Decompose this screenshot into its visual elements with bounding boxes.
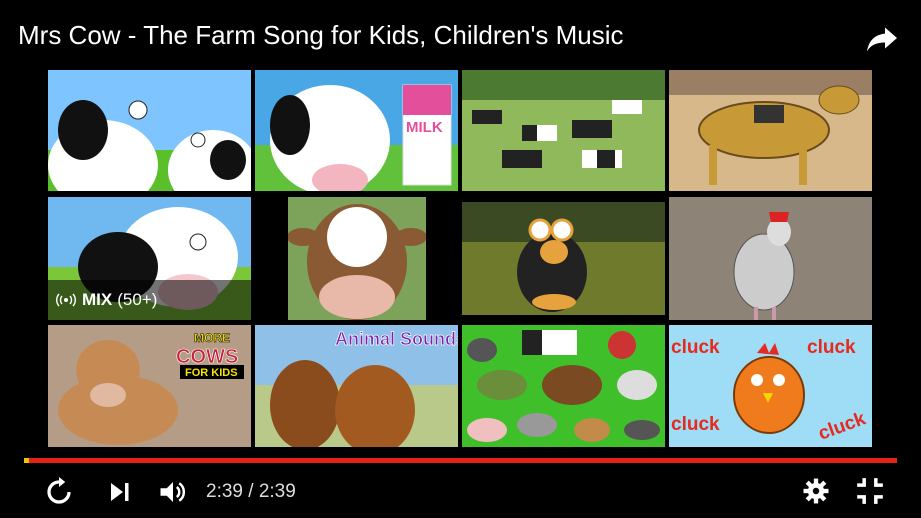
time-display: 2:39 / 2:39 xyxy=(206,481,296,503)
calf-thumb-text-cows: COWS xyxy=(176,346,238,368)
replay-icon[interactable] xyxy=(42,477,76,507)
video-thumbnail[interactable]: cluck cluck cluck cluck xyxy=(669,325,872,447)
mix-count: (50+) xyxy=(117,290,158,309)
video-title[interactable]: Mrs Cow - The Farm Song for Kids, Childr… xyxy=(18,20,624,51)
video-thumbnail[interactable]: MILK xyxy=(255,70,458,191)
mix-label: MIX xyxy=(82,290,113,309)
share-icon[interactable] xyxy=(864,20,900,56)
farm-animals-thumb xyxy=(462,325,665,447)
progress-buffer-marker xyxy=(24,458,29,463)
animal-sounds-label: Animal Sounds xyxy=(335,329,458,349)
time-separator: / xyxy=(248,481,254,502)
horses-thumb: Animal Sounds xyxy=(255,325,458,447)
exit-fullscreen-icon[interactable] xyxy=(856,477,884,505)
mix-playlist-thumbnail[interactable]: MIX (50+) xyxy=(48,197,251,320)
rooster-thumb xyxy=(669,197,872,320)
cartoon-cows-thumb xyxy=(48,70,251,191)
cluck-text: cluck xyxy=(671,414,720,435)
video-thumbnail[interactable] xyxy=(462,325,665,447)
progress-bar[interactable] xyxy=(24,458,897,463)
volume-icon[interactable] xyxy=(157,477,189,507)
video-thumbnail[interactable] xyxy=(669,197,872,320)
cow-with-milk-carton-thumb: MILK xyxy=(255,70,458,191)
video-thumbnail[interactable]: Animal Sounds xyxy=(255,325,458,447)
video-thumbnail[interactable] xyxy=(462,202,665,315)
current-time: 2:39 xyxy=(206,481,243,502)
milk-label: MILK xyxy=(406,119,443,136)
calf-thumb-text-forkids: FOR KIDS xyxy=(185,367,238,379)
calf-thumb-text-more: MORE xyxy=(194,331,230,345)
cows-in-field-thumb xyxy=(462,70,665,191)
cartoon-horse-thumb xyxy=(669,70,872,191)
video-thumbnail[interactable]: MORE COWS FOR KIDS xyxy=(48,325,251,447)
video-thumbnail[interactable] xyxy=(669,70,872,191)
cartoon-chicken-thumb: cluck cluck cluck cluck xyxy=(669,325,872,447)
mix-overlay: MIX (50+) xyxy=(48,280,251,320)
duration: 2:39 xyxy=(258,481,296,502)
cow-closeup-thumb xyxy=(288,197,426,320)
cartoon-duck-thumb xyxy=(462,202,665,315)
cluck-text: cluck xyxy=(807,337,856,358)
next-icon[interactable] xyxy=(108,480,132,504)
player-controls: 2:39 / 2:39 xyxy=(0,468,921,514)
cluck-text: cluck xyxy=(671,337,720,358)
radio-signal-icon xyxy=(56,293,76,307)
calf-thumb: MORE COWS FOR KIDS xyxy=(48,325,251,447)
gear-icon[interactable] xyxy=(803,478,829,504)
video-thumbnail[interactable] xyxy=(462,70,665,191)
video-thumbnail[interactable] xyxy=(48,70,251,191)
video-thumbnail[interactable] xyxy=(288,197,426,320)
